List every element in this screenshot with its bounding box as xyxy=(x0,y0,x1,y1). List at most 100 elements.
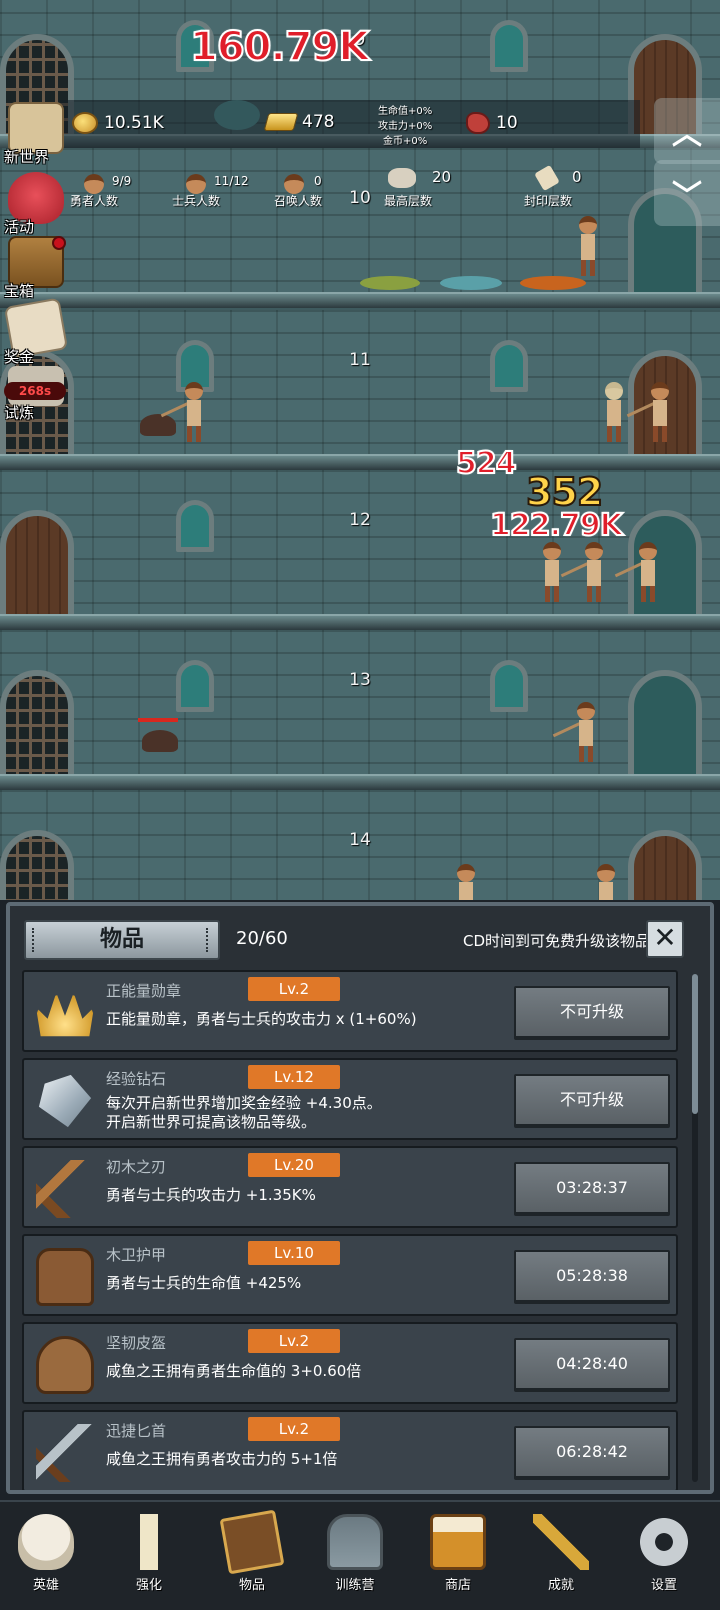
item-level: Lv.2 xyxy=(248,1417,340,1441)
list-item: 正能量勋章 Lv.2 正能量勋章，勇者与士兵的攻击力 x (1+60%) 不可升… xyxy=(22,970,678,1052)
nav-heroes[interactable]: 英雄 xyxy=(0,1508,90,1598)
hero xyxy=(560,542,606,602)
list-item: 坚韧皮盔 Lv.2 咸鱼之王拥有勇者生命值的 3+0.60倍 04:28:40 xyxy=(22,1322,678,1404)
gold-bar-counter: 478 xyxy=(263,112,335,132)
gold-bar-value: 478 xyxy=(302,112,335,132)
nav-achievements[interactable]: 成就 xyxy=(515,1508,605,1598)
leather-helmet-icon xyxy=(36,1336,94,1394)
dagger-icon xyxy=(36,1424,94,1482)
upgrade-timer-button[interactable]: 04:28:40 xyxy=(514,1338,670,1392)
hero xyxy=(454,864,478,900)
item-name: 木卫护甲 xyxy=(106,1246,167,1264)
floor-number: 11 xyxy=(349,350,371,370)
chevron-up-icon: ︿ xyxy=(672,117,702,152)
nav-enhance[interactable]: 强化 xyxy=(103,1508,193,1598)
wooden-sword-icon xyxy=(36,1160,94,1218)
hero xyxy=(160,382,206,442)
item-list[interactable]: 正能量勋章 Lv.2 正能量勋章，勇者与士兵的攻击力 x (1+60%) 不可升… xyxy=(22,970,686,1490)
item-level: Lv.2 xyxy=(248,977,340,1001)
list-item: 迅捷匕首 Lv.2 咸鱼之王拥有勇者攻击力的 5+1倍 06:28:42 xyxy=(22,1410,678,1490)
damage-number: 524 xyxy=(455,445,518,482)
list-item: 初木之刃 Lv.20 勇者与士兵的攻击力 +1.35K% 03:28:37 xyxy=(22,1146,678,1228)
stone-icon xyxy=(388,168,416,188)
item-level: Lv.2 xyxy=(248,1329,340,1353)
list-item: 木卫护甲 Lv.10 勇者与士兵的生命值 +425% 05:28:38 xyxy=(22,1234,678,1316)
side-button-new-world[interactable]: 新世界 xyxy=(4,102,64,168)
scroll-down-button[interactable]: ﹀ xyxy=(654,160,720,226)
scroll-up-button[interactable]: ︿ xyxy=(654,98,720,164)
bonus-stats: 生命值+0% 攻击力+0% 金币+0% xyxy=(378,104,432,149)
hp-bonus: 生命值+0% xyxy=(378,106,433,117)
hero xyxy=(576,216,600,276)
coin-icon xyxy=(72,112,98,134)
enemy-health-bar xyxy=(138,718,178,722)
hero-icon xyxy=(84,174,104,194)
gear-icon xyxy=(636,1514,692,1570)
spider-enemy xyxy=(140,414,176,436)
hero xyxy=(552,702,598,762)
item-level: Lv.20 xyxy=(248,1153,340,1177)
close-button[interactable]: ✕ xyxy=(646,920,684,958)
wooden-armor-icon xyxy=(36,1248,94,1306)
crown-icon xyxy=(36,992,94,1037)
hero xyxy=(614,542,660,602)
upgrade-timer-button[interactable]: 06:28:42 xyxy=(514,1426,670,1480)
damage-number: 160.79K xyxy=(189,23,370,71)
hero xyxy=(540,542,564,602)
item-name: 正能量勋章 xyxy=(106,982,182,1000)
item-description: 咸鱼之王拥有勇者攻击力的 5+1倍 xyxy=(106,1450,338,1468)
diamond-icon xyxy=(38,1074,92,1128)
floor-number: 13 xyxy=(349,670,371,690)
damage-number: 122.79K xyxy=(489,507,624,544)
panel-header: 物品 20/60 CD时间到可免费升级该物品 ✕ xyxy=(10,906,710,966)
list-item: 经验钻石 Lv.12 每次开启新世界增加奖金经验 +4.30点。 开启新世界可提… xyxy=(22,1058,678,1140)
item-description: 每次开启新世界增加奖金经验 +4.30点。 开启新世界可提高该物品等级。 xyxy=(106,1094,382,1131)
items-panel: 物品 20/60 CD时间到可免费升级该物品 ✕ 正能量勋章 Lv.2 正能量勋… xyxy=(6,902,714,1494)
cd-note: CD时间到可免费升级该物品 xyxy=(462,932,650,950)
side-button-chest[interactable]: 宝箱 xyxy=(4,236,66,302)
dungeon-floor xyxy=(0,148,720,308)
skull-icon xyxy=(18,1514,74,1570)
upgrade-timer-button[interactable]: 03:28:37 xyxy=(514,1162,670,1216)
item-name: 经验钻石 xyxy=(106,1070,167,1088)
item-count: 20/60 xyxy=(236,928,288,949)
item-level: Lv.12 xyxy=(248,1065,340,1089)
upgrade-button[interactable]: 不可升级 xyxy=(514,986,670,1040)
item-description: 勇者与士兵的生命值 +425% xyxy=(106,1274,302,1292)
item-name: 迅捷匕首 xyxy=(106,1422,167,1440)
lantern-icon xyxy=(327,1514,383,1570)
attack-bonus: 攻击力+0% xyxy=(378,121,433,132)
gold-bonus: 金币+0% xyxy=(383,136,428,147)
item-name: 坚韧皮盔 xyxy=(106,1334,167,1352)
meat-counter: 10 xyxy=(466,112,518,134)
side-button-trial[interactable]: 268s 试炼 xyxy=(4,358,66,424)
nav-shop[interactable]: 商店 xyxy=(412,1508,502,1598)
side-button-events[interactable]: 活动 xyxy=(4,172,64,238)
scrollbar-thumb[interactable] xyxy=(692,974,698,1114)
beer-mug-icon xyxy=(430,1514,486,1570)
tab-items[interactable]: 物品 xyxy=(24,920,220,960)
item-description: 正能量勋章，勇者与士兵的攻击力 x (1+60%) xyxy=(106,1010,417,1028)
spider-enemy xyxy=(142,730,178,752)
dungeon-floor xyxy=(0,310,720,470)
hero xyxy=(602,382,626,442)
upgrade-button[interactable]: 不可升级 xyxy=(514,1074,670,1128)
slime-remains xyxy=(440,276,502,290)
notification-dot xyxy=(52,236,66,250)
nav-items[interactable]: 物品 xyxy=(206,1508,296,1598)
slime-remains xyxy=(360,276,420,290)
upgrade-timer-button[interactable]: 05:28:38 xyxy=(514,1250,670,1304)
bottom-navigation: 英雄 强化 物品 训练营 商店 成就 设置 xyxy=(0,1500,720,1610)
book-icon xyxy=(219,1509,285,1575)
item-name: 初木之刃 xyxy=(106,1158,167,1176)
trial-timer: 268s xyxy=(4,382,66,400)
chevron-down-icon: ﹀ xyxy=(672,179,702,214)
dungeon-floor xyxy=(0,630,720,790)
nav-settings[interactable]: 设置 xyxy=(618,1508,708,1598)
item-description: 咸鱼之王拥有勇者生命值的 3+0.60倍 xyxy=(106,1362,362,1380)
nav-training-camp[interactable]: 训练营 xyxy=(309,1508,399,1598)
list-scrollbar[interactable] xyxy=(692,974,698,1482)
floor-number: 14 xyxy=(349,830,371,850)
coin-value: 10.51K xyxy=(104,113,164,133)
item-level: Lv.10 xyxy=(248,1241,340,1265)
